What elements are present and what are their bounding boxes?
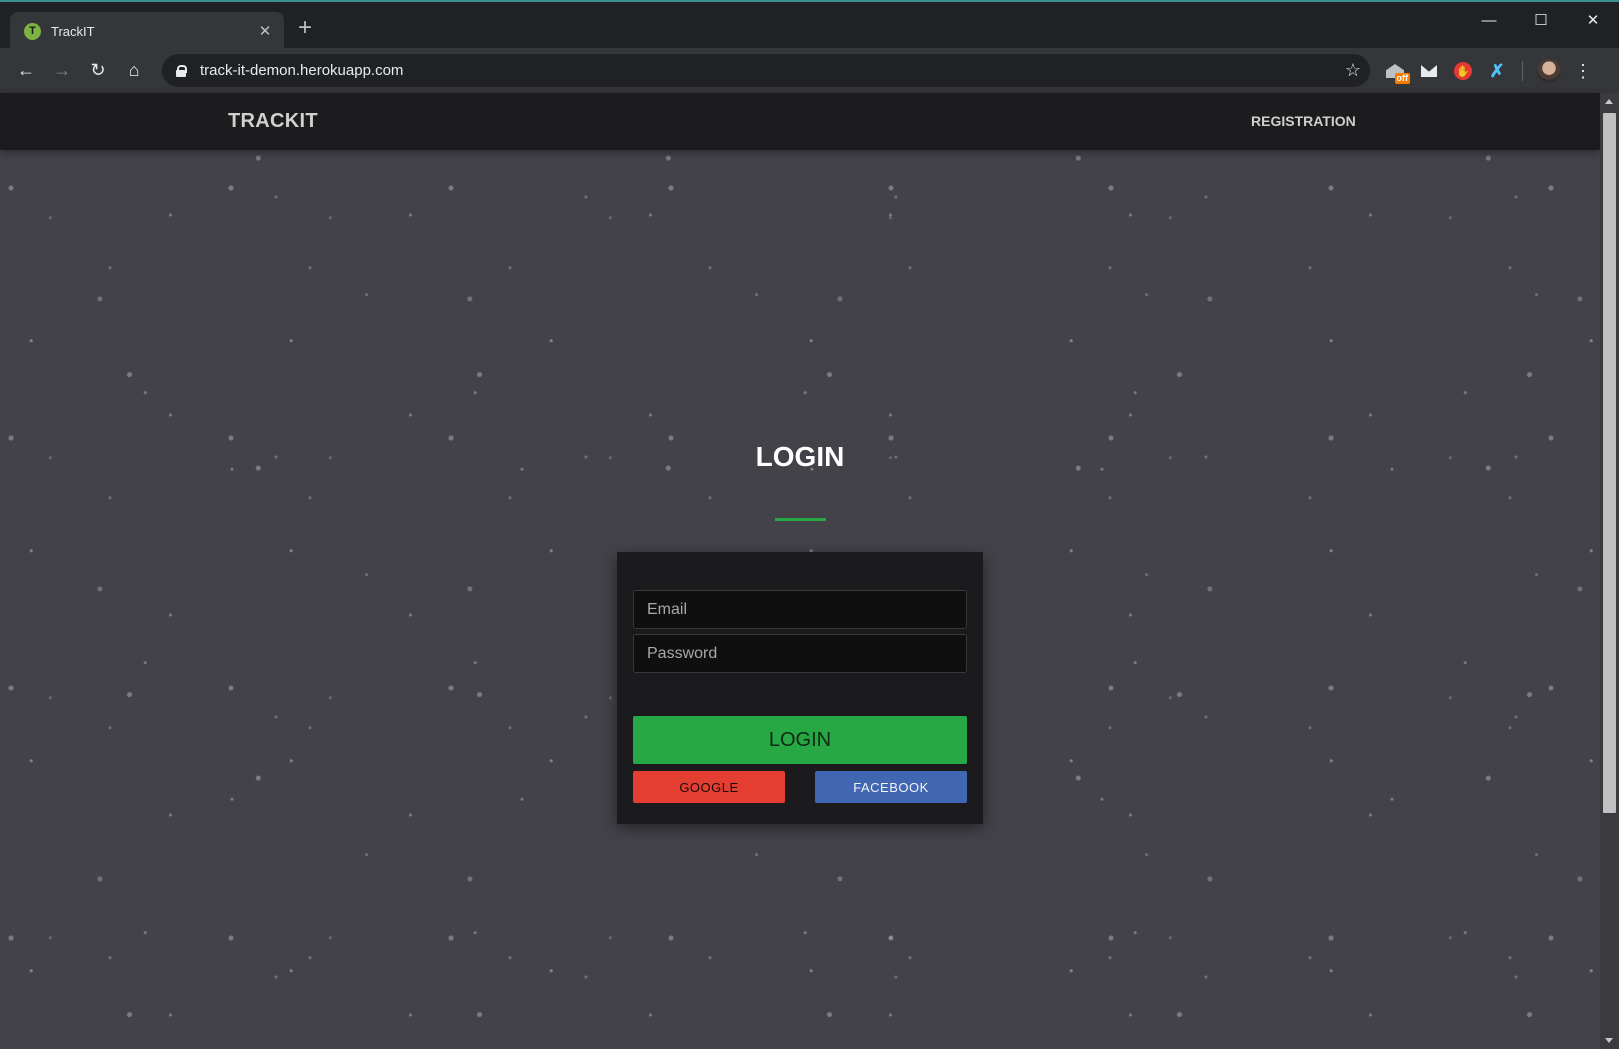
scrollbar-thumb[interactable] <box>1603 113 1616 813</box>
url-text[interactable]: track-it-demon.herokuapp.com <box>200 62 1336 79</box>
password-field[interactable] <box>633 634 967 673</box>
back-icon[interactable]: ← <box>8 53 44 89</box>
home-icon[interactable]: ⌂ <box>116 53 152 89</box>
login-button[interactable]: LOGIN <box>633 716 967 764</box>
wrench-icon: ✗ <box>1489 60 1505 81</box>
page-title: LOGIN <box>755 441 845 472</box>
extension-badge: off <box>1394 73 1410 84</box>
login-form: LOGIN GOOGLE FACEBOOK <box>617 552 983 824</box>
extension-adblock-icon[interactable]: ✋ <box>1446 56 1480 86</box>
minimize-icon[interactable]: — <box>1463 4 1515 36</box>
forward-icon[interactable]: → <box>44 53 80 89</box>
page-scrollbar[interactable] <box>1600 93 1619 1049</box>
address-bar[interactable]: track-it-demon.herokuapp.com ☆ <box>162 54 1370 87</box>
new-tab-icon[interactable]: + <box>298 16 312 40</box>
title-underline <box>775 518 826 521</box>
google-login-button[interactable]: GOOGLE <box>633 771 785 803</box>
facebook-login-button[interactable]: FACEBOOK <box>815 771 967 803</box>
email-field[interactable] <box>633 590 967 629</box>
close-tab-icon[interactable]: ✕ <box>256 22 274 40</box>
scroll-down-icon[interactable] <box>1605 1038 1613 1043</box>
profile-avatar[interactable] <box>1537 59 1561 83</box>
bookmark-star-icon[interactable]: ☆ <box>1336 60 1370 81</box>
window-controls: — ☐ ✕ <box>1463 4 1619 36</box>
envelope-icon <box>1421 65 1437 77</box>
browser-toolbar: ← → ↻ ⌂ track-it-demon.herokuapp.com ☆ o… <box>0 48 1619 93</box>
browser-tab[interactable]: T TrackIT ✕ <box>10 12 284 50</box>
extension-home-off-icon[interactable]: off <box>1378 56 1412 86</box>
extension-tools-icon[interactable]: ✗ <box>1480 56 1514 86</box>
extensions-area: off ✋ ✗ ⋮ <box>1378 56 1599 86</box>
maximize-icon[interactable]: ☐ <box>1515 4 1567 36</box>
browser-titlebar: T TrackIT ✕ + — ☐ ✕ <box>0 0 1619 50</box>
scroll-up-icon[interactable] <box>1605 99 1613 104</box>
extension-mail-icon[interactable] <box>1412 56 1446 86</box>
site-navbar: TRACKIT REGISTRATION <box>0 93 1600 150</box>
tab-title: TrackIT <box>51 23 95 39</box>
lock-icon <box>176 64 187 77</box>
close-window-icon[interactable]: ✕ <box>1567 4 1619 36</box>
brand-logo[interactable]: TRACKIT <box>228 110 318 133</box>
stop-hand-icon: ✋ <box>1454 62 1472 80</box>
favicon-icon: T <box>24 22 41 40</box>
registration-link[interactable]: REGISTRATION <box>1251 113 1356 129</box>
toolbar-divider <box>1522 61 1523 81</box>
reload-icon[interactable]: ↻ <box>80 53 116 89</box>
page-viewport: TRACKIT REGISTRATION LOGIN LOGIN GOOGLE … <box>0 93 1600 1049</box>
browser-menu-icon[interactable]: ⋮ <box>1567 61 1599 82</box>
